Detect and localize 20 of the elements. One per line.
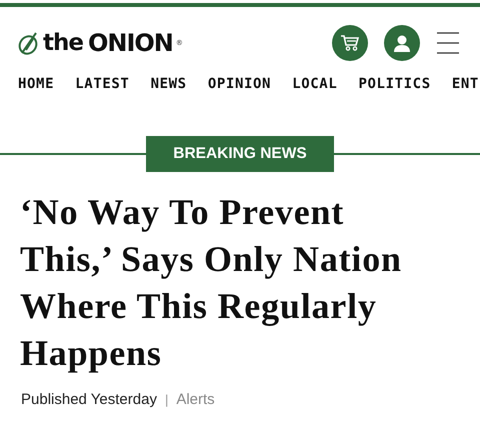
alerts-link[interactable]: Alerts — [176, 391, 215, 408]
logo-text: the — [43, 30, 83, 56]
nav-link[interactable]: OPINION — [208, 76, 272, 92]
nav-link[interactable]: ENT — [452, 76, 479, 92]
nav-link[interactable]: LOCAL — [292, 76, 338, 92]
onion-icon — [18, 30, 40, 56]
nav-link[interactable]: HOME — [18, 76, 54, 92]
logo-text: ONION — [88, 29, 173, 57]
account-button[interactable] — [384, 25, 420, 61]
breaking-news-banner: BREAKING NEWS — [146, 136, 334, 172]
cart-icon — [340, 34, 360, 52]
nav-link[interactable]: NEWS — [150, 76, 187, 92]
nav-link[interactable]: POLITICS — [358, 76, 431, 92]
separator-mark: | — [164, 392, 168, 407]
nav-link[interactable]: LATEST — [75, 76, 130, 92]
headline: ‘No Way To Prevent This,’ Says Only Nation Where This Regularly Happens — [20, 191, 403, 375]
person-icon — [392, 33, 412, 53]
cart-button[interactable] — [332, 25, 368, 61]
menu-icon[interactable] — [436, 31, 460, 55]
published-date: Published Yesterday — [21, 391, 157, 408]
